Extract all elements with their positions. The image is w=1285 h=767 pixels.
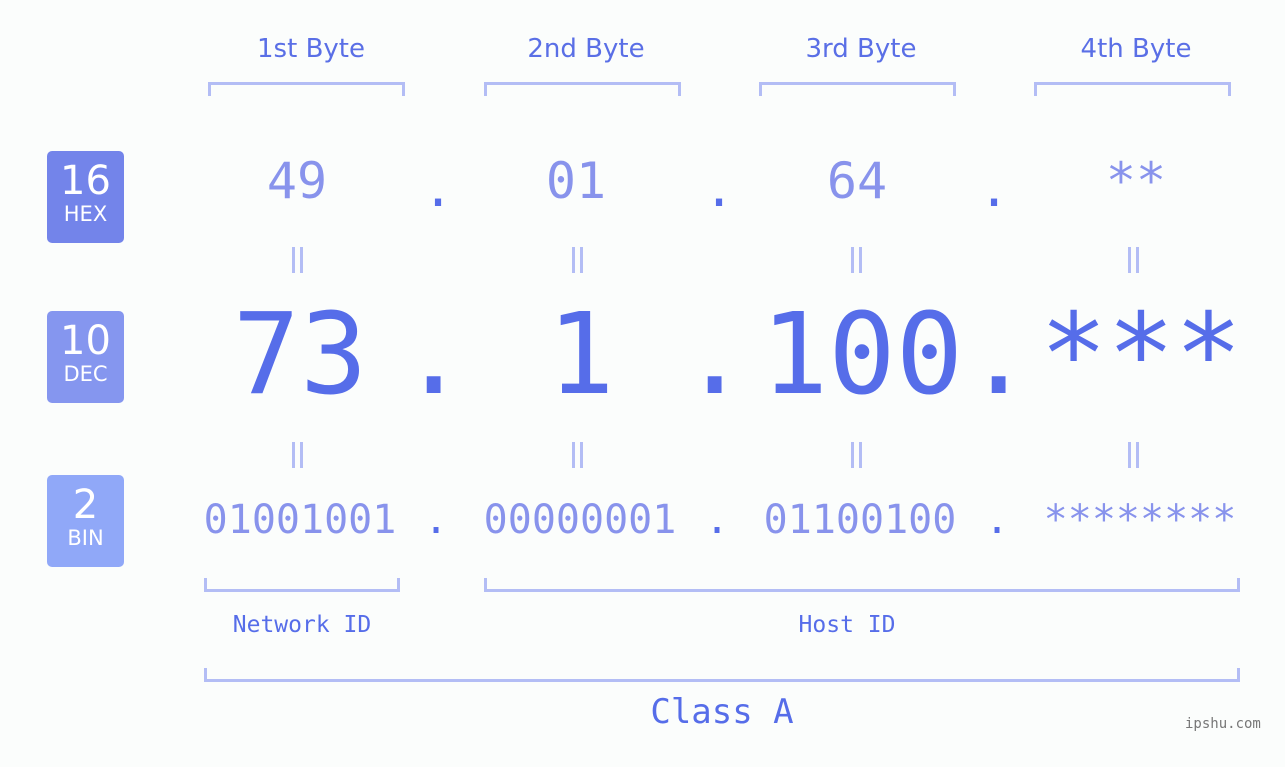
equals-icon xyxy=(572,442,584,468)
equals-icon xyxy=(851,247,863,273)
bin-badge: 2 BIN xyxy=(47,475,124,567)
byte-header-2: 2nd Byte xyxy=(527,34,645,64)
dec-dot-2: . xyxy=(681,290,749,420)
equals-icon xyxy=(572,247,584,273)
class-bracket xyxy=(204,668,1240,682)
host-id-label: Host ID xyxy=(798,612,896,638)
byte-header-3: 3rd Byte xyxy=(805,34,917,64)
network-id-bracket xyxy=(204,578,400,592)
bin-dot-1: . xyxy=(424,497,449,543)
hex-byte-4: ** xyxy=(1105,152,1167,210)
byte-bracket-2 xyxy=(484,82,681,96)
dec-dot-1: . xyxy=(400,290,468,420)
byte-header-4: 4th Byte xyxy=(1080,34,1192,64)
equals-icon xyxy=(851,442,863,468)
dec-base-label: DEC xyxy=(63,362,108,386)
byte-bracket-4 xyxy=(1034,82,1231,96)
host-id-bracket xyxy=(484,578,1240,592)
hex-byte-1: 49 xyxy=(266,152,328,210)
hex-base-number: 16 xyxy=(60,158,111,204)
equals-icon xyxy=(292,247,304,273)
network-id-label: Network ID xyxy=(232,612,372,638)
bin-byte-3: 01100100 xyxy=(763,497,957,543)
bin-byte-2: 00000001 xyxy=(483,497,677,543)
byte-header-1: 1st Byte xyxy=(257,34,365,64)
bin-base-number: 2 xyxy=(72,482,99,528)
bin-dot-2: . xyxy=(705,497,730,543)
dec-byte-1: 73 xyxy=(232,290,368,420)
hex-byte-3: 64 xyxy=(826,152,888,210)
hex-badge: 16 HEX xyxy=(47,151,124,243)
bin-byte-1: 01001001 xyxy=(203,497,397,543)
watermark: ipshu.com xyxy=(1185,716,1261,732)
dec-byte-3: 100 xyxy=(760,290,964,420)
dec-byte-4: *** xyxy=(1039,290,1243,420)
equals-icon xyxy=(1128,247,1140,273)
dec-badge: 10 DEC xyxy=(47,311,124,403)
byte-bracket-3 xyxy=(759,82,956,96)
bin-byte-4: ******** xyxy=(1043,497,1237,543)
hex-dot-3: . xyxy=(979,160,1010,218)
dec-byte-2: 1 xyxy=(547,290,615,420)
hex-dot-2: . xyxy=(704,160,735,218)
bin-base-label: BIN xyxy=(67,526,104,550)
equals-icon xyxy=(292,442,304,468)
hex-dot-1: . xyxy=(423,160,454,218)
class-label: Class A xyxy=(650,692,794,732)
dec-dot-3: . xyxy=(965,290,1033,420)
dec-base-number: 10 xyxy=(60,318,111,364)
hex-base-label: HEX xyxy=(63,202,108,226)
bin-dot-3: . xyxy=(985,497,1010,543)
equals-icon xyxy=(1128,442,1140,468)
byte-bracket-1 xyxy=(208,82,405,96)
hex-byte-2: 01 xyxy=(545,152,607,210)
